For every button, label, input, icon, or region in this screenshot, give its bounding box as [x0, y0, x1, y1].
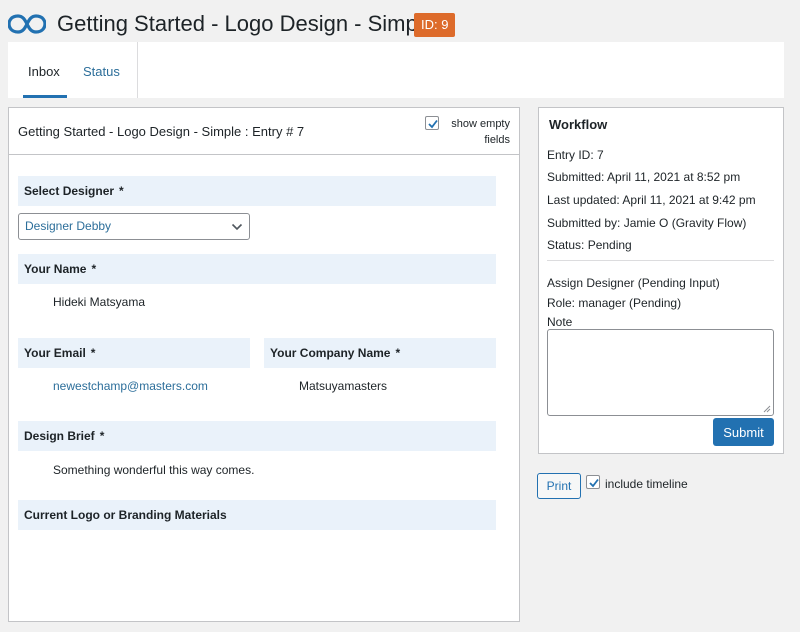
tab-inbox[interactable]: Inbox: [28, 64, 60, 79]
designer-select[interactable]: Designer Debby: [18, 213, 250, 240]
chevron-down-icon: [231, 223, 243, 231]
your-name-label: Your Name *: [18, 254, 496, 284]
designer-select-value: Designer Debby: [25, 219, 112, 233]
company-name-value: Matsuyamasters: [299, 379, 388, 393]
select-designer-label: Select Designer *: [18, 176, 496, 206]
workflow-entry-id: Entry ID: 7: [547, 148, 604, 162]
include-timeline-checkbox[interactable]: [586, 475, 600, 489]
note-label: Note: [547, 315, 573, 329]
your-name-value: Hideki Matsyama: [53, 295, 146, 309]
workflow-submitted: Submitted: April 11, 2021 at 8:52 pm: [547, 170, 741, 184]
checkmark-icon: [589, 478, 599, 488]
tabs-bar: [8, 42, 784, 98]
entry-id-badge: ID: 9: [414, 13, 456, 37]
show-empty-fields-label: show empty fields: [451, 118, 510, 146]
workflow-last-updated: Last updated: April 11, 2021 at 9:42 pm: [547, 193, 756, 207]
submit-button[interactable]: Submit: [713, 418, 774, 446]
required-marker: *: [99, 429, 105, 443]
your-email-label: Your Email *: [18, 338, 250, 368]
company-name-label: Your Company Name *: [264, 338, 496, 368]
email-link[interactable]: newestchamp@masters.com: [53, 379, 208, 393]
workflow-step-name: Assign Designer (Pending Input): [547, 276, 720, 290]
print-button[interactable]: Print: [537, 473, 581, 499]
active-tab-indicator: [23, 95, 67, 98]
current-logo-label: Current Logo or Branding Materials: [18, 500, 496, 530]
tab-status[interactable]: Status: [83, 64, 120, 79]
show-empty-fields-checkbox[interactable]: [425, 116, 439, 130]
workflow-title: Workflow: [549, 117, 608, 132]
required-marker: *: [395, 346, 401, 360]
workflow-role: Role: manager (Pending): [547, 296, 682, 310]
required-marker: *: [119, 184, 124, 198]
required-marker: *: [90, 346, 96, 360]
workflow-submitted-by: Submitted by: Jamie O (Gravity Flow): [547, 216, 747, 230]
note-textarea[interactable]: [547, 329, 774, 416]
panel-header-divider: [9, 154, 519, 155]
tabs-divider: [137, 42, 138, 98]
entry-title: Getting Started - Logo Design - Simple :…: [18, 124, 305, 139]
include-timeline-label: include timeline: [605, 477, 688, 491]
checkmark-icon: [428, 119, 438, 129]
workflow-divider: [547, 260, 774, 261]
required-marker: *: [91, 262, 97, 276]
design-brief-value: Something wonderful this way comes.: [53, 463, 255, 477]
resize-handle-icon[interactable]: [763, 405, 771, 413]
design-brief-label: Design Brief *: [18, 421, 496, 451]
workflow-status: Status: Pending: [547, 238, 632, 252]
gravity-flow-infinity-icon: [8, 14, 46, 34]
page-title: Getting Started - Logo Design - Simple: [57, 11, 435, 36]
